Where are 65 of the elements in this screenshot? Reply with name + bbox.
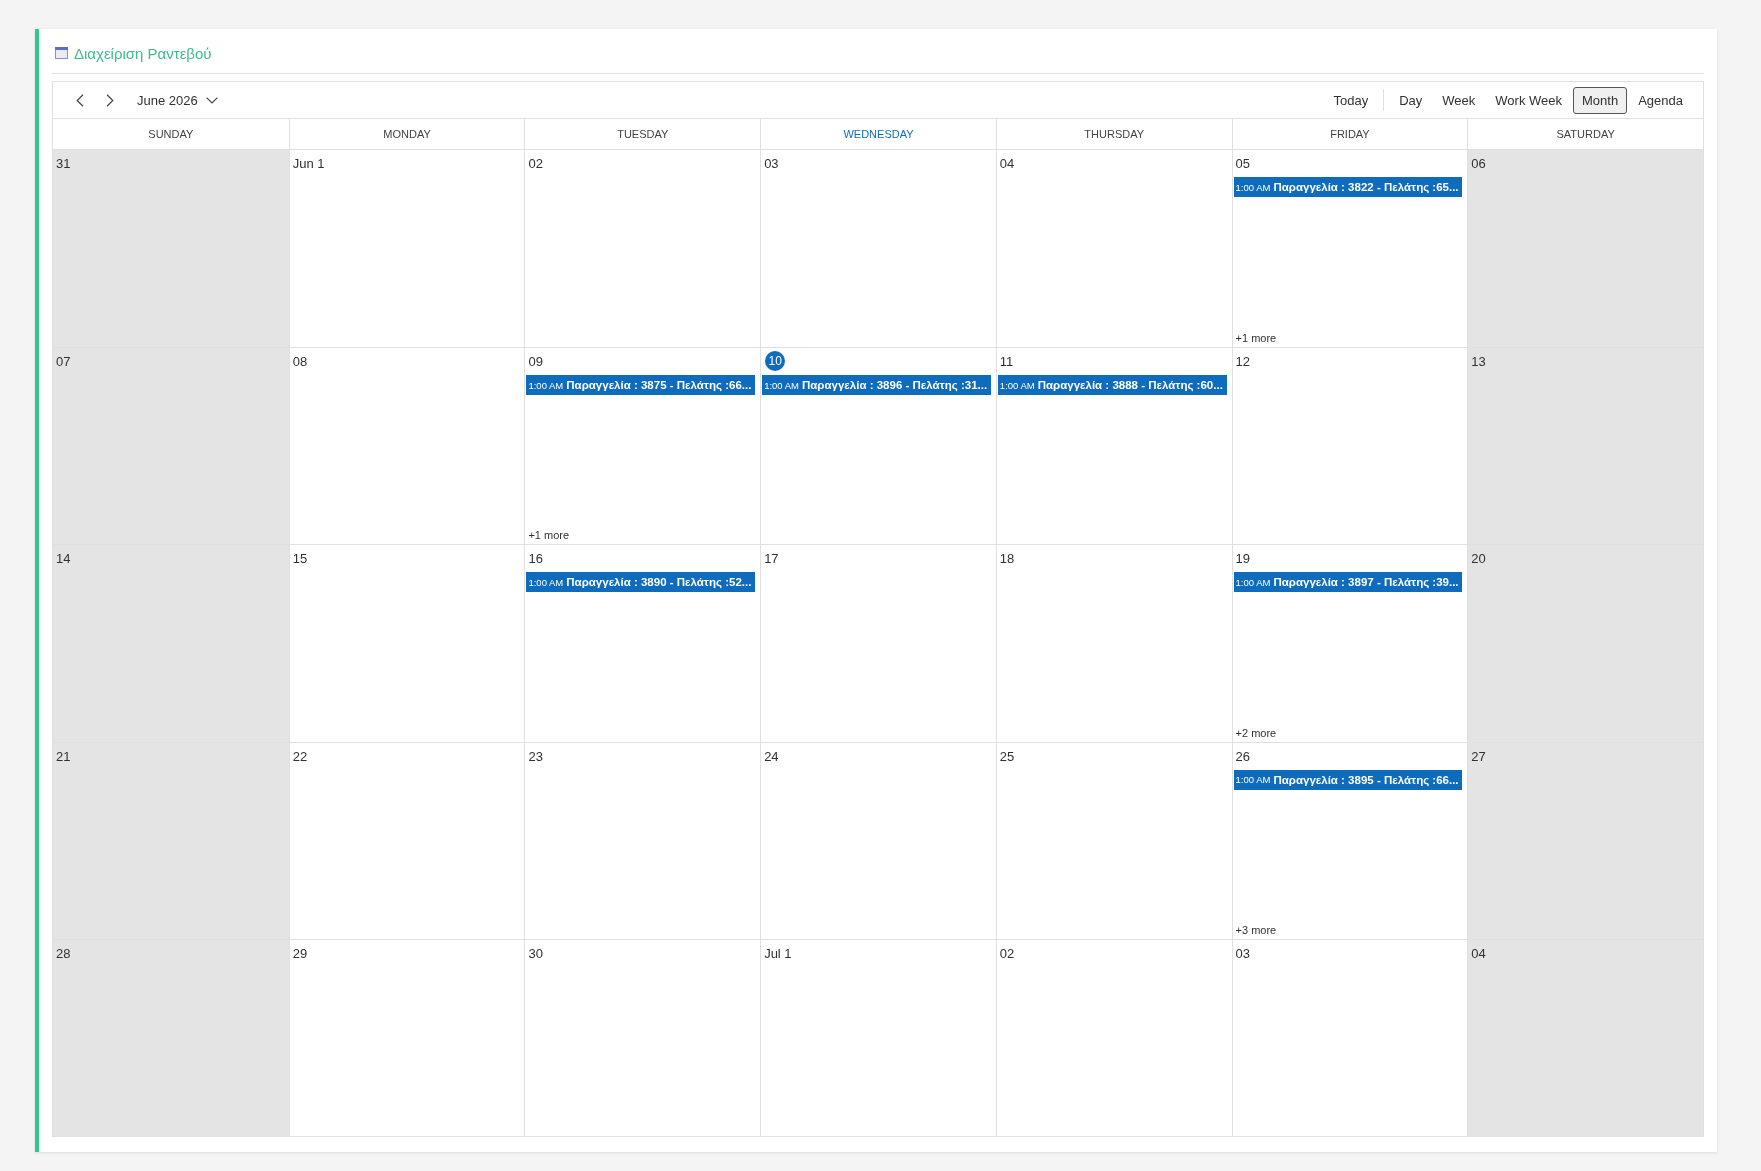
date-label: 04 [1471, 945, 1486, 962]
weekday-header: SUNDAY [148, 128, 194, 140]
date-label: 30 [528, 945, 543, 962]
event-bar[interactable]: 1:00 AM Παραγγελία : 3888 - Πελάτης :60... [997, 375, 1227, 396]
chevron-right-icon [106, 93, 114, 107]
date-label: 03 [764, 156, 779, 172]
weekday-header: THURSDAY [1084, 128, 1145, 140]
page-title: Διαχείριση Ραντεβού [74, 44, 212, 62]
date-label: 21 [56, 748, 71, 765]
event-bar[interactable]: 1:00 AM Παραγγελία : 3822 - Πελάτης :65... [1233, 177, 1463, 197]
calendar-icon [55, 47, 68, 59]
weekday-header: MONDAY [383, 128, 431, 140]
date-label: 02 [528, 156, 543, 172]
date-label: 11 [999, 354, 1014, 371]
more-link[interactable]: +1 more [525, 529, 570, 545]
date-label: 26 [1235, 748, 1251, 765]
date-label: 19 [1235, 551, 1251, 568]
date-label: 12 [1235, 354, 1251, 371]
date-label: 02 [999, 945, 1015, 962]
date-label: 20 [1471, 551, 1486, 568]
date-label: 16 [528, 551, 543, 568]
date-label: 10 [765, 351, 786, 372]
date-label: 31 [56, 156, 71, 172]
date-label: 22 [292, 748, 308, 765]
date-label: Jun 1 [292, 156, 325, 172]
more-link[interactable]: +2 more [1232, 726, 1277, 742]
date-label: 29 [292, 945, 308, 962]
date-label: 25 [999, 748, 1015, 765]
date-label: 08 [292, 354, 308, 371]
month-picker-button[interactable]: June 2026 [133, 90, 222, 110]
date-label: 04 [999, 156, 1015, 172]
event-bar[interactable]: 1:00 AM Παραγγελία : 3896 - Πελάτης :31... [762, 375, 991, 396]
weekday-header: FRIDAY [1330, 128, 1370, 140]
weekday-header: SATURDAY [1556, 128, 1615, 140]
chevron-left-icon [76, 93, 84, 107]
date-label: 14 [56, 551, 71, 568]
more-link[interactable]: +3 more [1232, 923, 1277, 939]
date-label: 27 [1471, 748, 1486, 765]
weekday-header: WEDNESDAY [843, 128, 914, 140]
event-bar[interactable]: 1:00 AM Παραγγελία : 3897 - Πελάτης :39... [1233, 572, 1463, 593]
event-bar[interactable]: 1:00 AM Παραγγελία : 3890 - Πελάτης :52... [526, 572, 756, 593]
view-button[interactable]: Agenda [1629, 86, 1692, 114]
today-button[interactable]: Today [1324, 86, 1378, 114]
more-link[interactable]: +1 more [1232, 332, 1277, 348]
date-label: 23 [528, 748, 543, 765]
event-bar[interactable]: 1:00 AM Παραγγελία : 3875 - Πελάτης :66... [526, 375, 756, 396]
date-label: 18 [999, 551, 1015, 568]
date-label: 09 [528, 354, 543, 371]
chevron-down-icon [205, 96, 218, 104]
date-label: 15 [292, 551, 308, 568]
weekday-header: TUESDAY [617, 128, 669, 140]
view-button[interactable]: Work Week [1486, 86, 1572, 114]
date-label: 17 [764, 551, 779, 568]
view-button[interactable]: Month [1573, 86, 1628, 114]
date-label: 28 [56, 945, 71, 962]
view-button[interactable]: Day [1390, 86, 1432, 114]
date-label: 24 [764, 748, 779, 765]
date-label: 06 [1471, 156, 1486, 172]
event-bar[interactable]: 1:00 AM Παραγγελία : 3895 - Πελάτης :66... [1233, 769, 1463, 790]
view-button[interactable]: Week [1433, 86, 1485, 114]
date-label: 13 [1471, 354, 1486, 371]
date-label: 03 [1235, 945, 1251, 962]
date-label: 07 [56, 354, 71, 371]
date-label: Jul 1 [764, 945, 792, 962]
date-label: 05 [1235, 156, 1251, 172]
